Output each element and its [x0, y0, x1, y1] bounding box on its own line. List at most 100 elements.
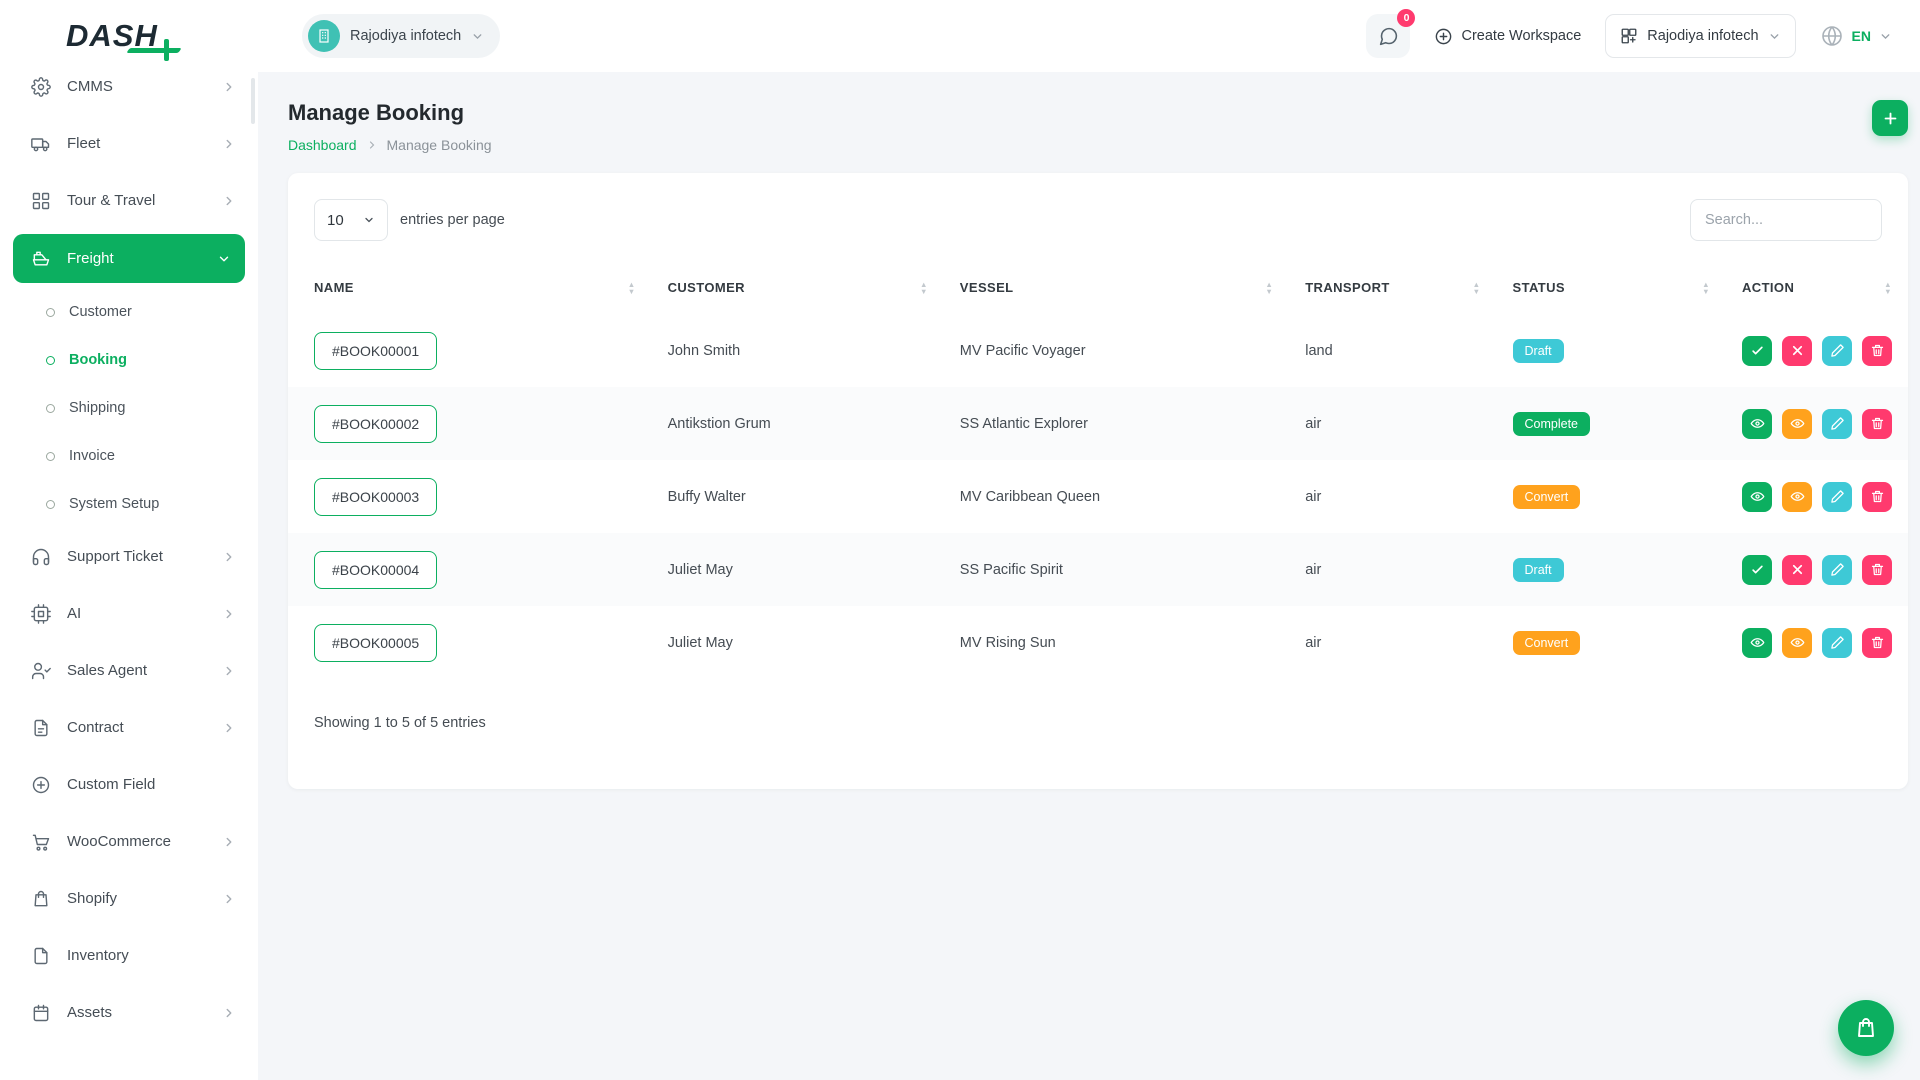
sidebar-item-contract[interactable]: Contract [0, 699, 258, 756]
sidebar-item-label: AI [67, 605, 222, 622]
chevron-right-icon [366, 139, 378, 151]
cart-fab-button[interactable] [1838, 1000, 1894, 1056]
eye-icon [1750, 635, 1765, 650]
sidebar-scrollbar[interactable] [251, 78, 255, 124]
search-input[interactable] [1690, 199, 1882, 241]
pencil-icon [1830, 635, 1845, 650]
preview-button[interactable] [1782, 628, 1812, 658]
status-badge: Convert [1513, 631, 1581, 655]
column-header-vessel[interactable]: VESSEL▲▼ [944, 261, 1289, 314]
sidebar-subitem-label: Booking [69, 352, 127, 368]
preview-button[interactable] [1782, 482, 1812, 512]
edit-button[interactable] [1822, 409, 1852, 439]
sidebar-item-label: WooCommerce [67, 833, 222, 850]
view-button[interactable] [1742, 409, 1772, 439]
column-header-name[interactable]: NAME▲▼ [288, 261, 652, 314]
sidebar-item-cmms[interactable]: CMMS [0, 72, 258, 115]
x-icon [1790, 343, 1805, 358]
account-label: Rajodiya infotech [1647, 28, 1758, 44]
chevron-right-icon [222, 835, 236, 849]
messages-button[interactable]: 0 [1366, 14, 1410, 58]
status-badge: Complete [1513, 412, 1591, 436]
eye-icon [1750, 416, 1765, 431]
delete-button[interactable] [1862, 482, 1892, 512]
confirm-button[interactable] [1742, 336, 1772, 366]
x-icon [1790, 562, 1805, 577]
column-header-status[interactable]: STATUS▲▼ [1497, 261, 1727, 314]
column-header-customer[interactable]: CUSTOMER▲▼ [652, 261, 944, 314]
edit-button[interactable] [1822, 628, 1852, 658]
preview-button[interactable] [1782, 409, 1812, 439]
sidebar-item-shopify[interactable]: Shopify [0, 870, 258, 927]
sidebar-item-assets[interactable]: Assets [0, 984, 258, 1041]
booking-number-link[interactable]: #BOOK00002 [314, 405, 437, 443]
table-body: #BOOK00001John SmithMV Pacific Voyagerla… [288, 314, 1908, 679]
eye-icon [1750, 489, 1765, 504]
sidebar-subitem-system-setup[interactable]: System Setup [0, 480, 258, 528]
language-switcher[interactable]: EN [1820, 24, 1892, 48]
sidebar-item-custom-field[interactable]: Custom Field [0, 756, 258, 813]
create-workspace-button[interactable]: Create Workspace [1434, 27, 1581, 46]
add-booking-button[interactable] [1872, 100, 1908, 136]
reject-button[interactable] [1782, 336, 1812, 366]
chevron-right-icon [222, 137, 236, 151]
sidebar-item-label: Sales Agent [67, 662, 222, 679]
status-badge: Convert [1513, 485, 1581, 509]
sidebar-item-fleet[interactable]: Fleet [0, 115, 258, 172]
vessel-cell: MV Caribbean Queen [944, 460, 1289, 533]
table-row: #BOOK00003Buffy WalterMV Caribbean Queen… [288, 460, 1908, 533]
sidebar-item-freight[interactable]: Freight [13, 234, 245, 283]
edit-button[interactable] [1822, 336, 1852, 366]
view-button[interactable] [1742, 628, 1772, 658]
create-workspace-label: Create Workspace [1461, 28, 1581, 44]
sales-agent-icon [30, 660, 52, 682]
booking-number-link[interactable]: #BOOK00004 [314, 551, 437, 589]
reject-button[interactable] [1782, 555, 1812, 585]
account-switcher[interactable]: Rajodiya infotech [1605, 14, 1795, 58]
sidebar-subitem-invoice[interactable]: Invoice [0, 432, 258, 480]
entries-per-page-select[interactable]: 10 [314, 199, 388, 241]
page-title: Manage Booking [288, 100, 492, 126]
column-label: TRANSPORT [1305, 280, 1390, 295]
column-header-transport[interactable]: TRANSPORT▲▼ [1289, 261, 1496, 314]
sidebar-item-inventory[interactable]: Inventory [0, 927, 258, 984]
delete-button[interactable] [1862, 409, 1892, 439]
support-ticket-icon [30, 546, 52, 568]
sidebar-item-support-ticket[interactable]: Support Ticket [0, 528, 258, 585]
sidebar-subitem-shipping[interactable]: Shipping [0, 384, 258, 432]
customer-cell: Juliet May [652, 533, 944, 606]
sidebar-subitem-label: Customer [69, 304, 132, 320]
delete-button[interactable] [1862, 628, 1892, 658]
sidebar-item-tour-travel[interactable]: Tour & Travel [0, 172, 258, 229]
view-button[interactable] [1742, 482, 1772, 512]
row-actions [1742, 409, 1892, 439]
bullet-icon [46, 356, 55, 365]
customer-cell: Juliet May [652, 606, 944, 679]
sidebar-item-sales-agent[interactable]: Sales Agent [0, 642, 258, 699]
delete-button[interactable] [1862, 555, 1892, 585]
booking-number-link[interactable]: #BOOK00005 [314, 624, 437, 662]
booking-number-link[interactable]: #BOOK00003 [314, 478, 437, 516]
vessel-cell: SS Atlantic Explorer [944, 387, 1289, 460]
row-actions [1742, 482, 1892, 512]
entries-per-page-label: entries per page [400, 212, 505, 228]
breadcrumb-dashboard-link[interactable]: Dashboard [288, 137, 357, 153]
sidebar-subitem-booking[interactable]: Booking [0, 336, 258, 384]
contract-icon [30, 717, 52, 739]
entries-summary: Showing 1 to 5 of 5 entries [288, 679, 1908, 731]
fleet-icon [30, 133, 52, 155]
booking-number-link[interactable]: #BOOK00001 [314, 332, 437, 370]
bookings-table: NAME▲▼CUSTOMER▲▼VESSEL▲▼TRANSPORT▲▼STATU… [288, 261, 1908, 679]
chevron-right-icon [222, 80, 236, 94]
sort-icon: ▲▼ [618, 281, 636, 295]
delete-button[interactable] [1862, 336, 1892, 366]
shopping-bag-icon [1854, 1016, 1878, 1040]
edit-button[interactable] [1822, 555, 1852, 585]
sidebar-subitem-customer[interactable]: Customer [0, 288, 258, 336]
column-header-action[interactable]: ACTION▲▼ [1726, 261, 1908, 314]
confirm-button[interactable] [1742, 555, 1772, 585]
edit-button[interactable] [1822, 482, 1852, 512]
workspace-switcher[interactable]: Rajodiya infotech [302, 14, 500, 58]
sidebar-item-woocommerce[interactable]: WooCommerce [0, 813, 258, 870]
sidebar-item-ai[interactable]: AI [0, 585, 258, 642]
